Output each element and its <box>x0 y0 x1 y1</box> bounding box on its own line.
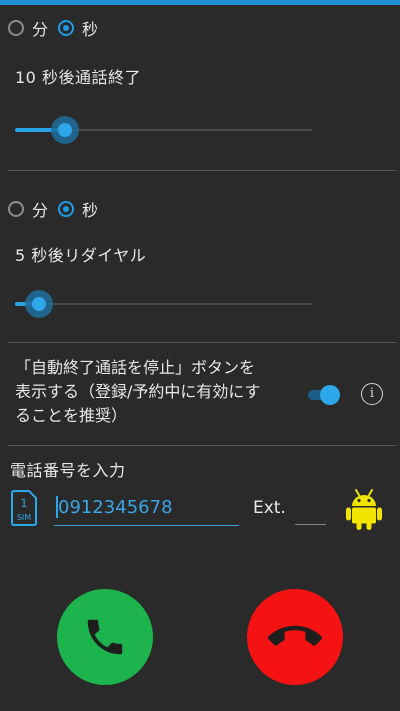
divider <box>8 170 396 171</box>
unit-radio-group-2: 分 秒 <box>8 197 108 221</box>
phone-icon <box>87 619 123 655</box>
call-button[interactable] <box>57 589 153 685</box>
radio-seconds-label-2: 秒 <box>82 201 99 220</box>
end-call-button[interactable] <box>247 589 343 685</box>
phone-number-value: 0912345678 <box>58 497 173 518</box>
end-call-delay-slider[interactable] <box>15 110 312 150</box>
sim-card-icon[interactable]: 1 SIM <box>10 490 38 526</box>
divider <box>8 445 396 446</box>
radio-seconds-label-1: 秒 <box>82 20 99 39</box>
info-icon[interactable]: i <box>361 383 383 405</box>
phone-number-title: 電話番号を入力 <box>10 461 126 480</box>
radio-minutes-2[interactable] <box>8 201 24 217</box>
sim-number-text: 1 <box>21 497 28 510</box>
redial-delay-label: 5 秒後リダイヤル <box>15 246 147 265</box>
ext-label: Ext. <box>253 498 286 518</box>
sim-text: SIM <box>17 513 31 522</box>
show-stop-button-toggle[interactable] <box>306 383 342 407</box>
slider-thumb[interactable] <box>32 297 46 311</box>
radio-seconds-1[interactable] <box>58 20 75 36</box>
phone-number-input[interactable]: 0912345678 <box>54 492 239 526</box>
unit-radio-group-1: 分 秒 <box>8 16 108 40</box>
radio-seconds-2[interactable] <box>58 201 75 217</box>
toggle-thumb <box>320 385 340 405</box>
top-accent-bar <box>0 0 400 5</box>
radio-minutes-1[interactable] <box>8 20 24 36</box>
android-icon[interactable] <box>344 487 384 531</box>
redial-delay-slider[interactable] <box>15 284 312 324</box>
description-line: 「自動終了通話を停止」ボタンを <box>15 358 256 377</box>
radio-minutes-label-2: 分 <box>32 201 49 220</box>
description-line: ることを推奨） <box>15 406 128 425</box>
hang-up-icon <box>268 625 322 646</box>
slider-thumb[interactable] <box>58 123 72 137</box>
end-call-delay-label: 10 秒後通話終了 <box>15 68 141 87</box>
divider <box>8 342 396 343</box>
slider-track <box>15 303 312 305</box>
description-line: 表示する（登録/予約中に有効にす <box>15 382 261 401</box>
stop-button-description: 「自動終了通話を停止」ボタンを 表示する（登録/予約中に有効にす ることを推奨） <box>15 356 300 428</box>
ext-input[interactable] <box>295 496 326 525</box>
radio-minutes-label-1: 分 <box>32 20 49 39</box>
